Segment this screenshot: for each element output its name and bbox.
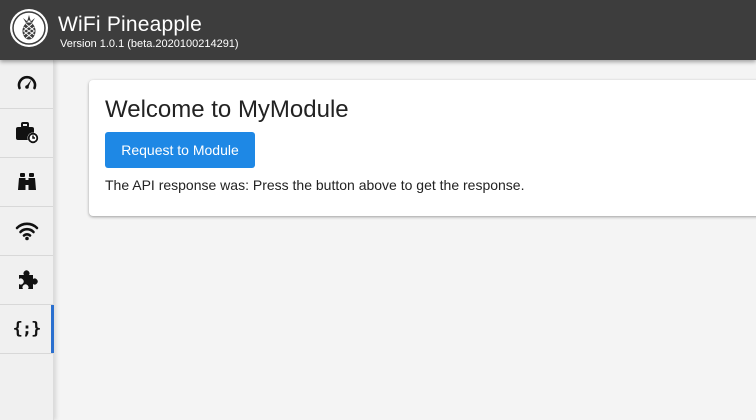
sidebar-item-pineap[interactable] <box>0 207 53 256</box>
sidebar: {;} <box>0 60 54 420</box>
request-to-module-button[interactable]: Request to Module <box>105 132 255 168</box>
puzzle-icon <box>16 269 38 291</box>
card-title: Welcome to MyModule <box>105 96 349 123</box>
wifi-icon <box>15 221 39 241</box>
api-response-line: The API response was: Press the button a… <box>105 177 525 193</box>
app-title: WiFi Pineapple <box>58 13 203 36</box>
response-text: Press the button above to get the respon… <box>252 177 525 193</box>
sidebar-item-campaigns[interactable] <box>0 109 53 158</box>
response-prefix: The API response was: <box>105 177 249 193</box>
top-bar: WiFi Pineapple Version 1.0.1 (beta.20201… <box>0 0 756 60</box>
sidebar-item-dashboard[interactable] <box>0 60 53 109</box>
binoculars-icon <box>16 172 38 192</box>
sidebar-item-mymodule[interactable]: {;} <box>0 305 54 354</box>
speedometer-icon <box>16 73 38 95</box>
app-version: Version 1.0.1 (beta.2020100214291) <box>60 38 239 50</box>
module-card: Welcome to MyModule Request to Module Th… <box>89 80 756 216</box>
code-braces-icon: {;} <box>12 319 42 339</box>
sidebar-item-recon[interactable] <box>0 158 53 207</box>
pineapple-icon[interactable] <box>10 9 48 47</box>
briefcase-clock-icon <box>14 121 40 145</box>
sidebar-item-modules[interactable] <box>0 256 53 305</box>
